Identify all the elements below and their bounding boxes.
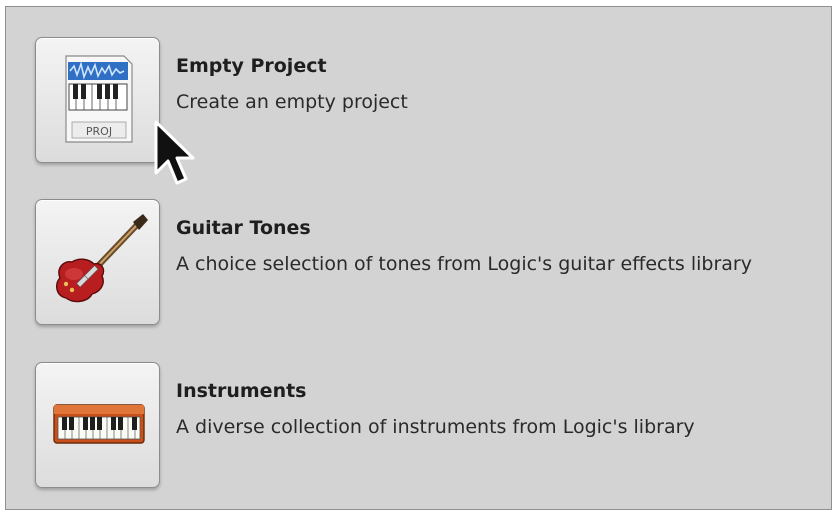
template-description: A choice selection of tones from Logic's… xyxy=(176,253,752,275)
template-description: A diverse collection of instruments from… xyxy=(176,416,695,438)
template-title: Guitar Tones xyxy=(176,217,311,239)
instruments-button[interactable] xyxy=(35,362,160,488)
arrow-cursor-icon xyxy=(154,120,195,185)
empty-project-button[interactable]: PROJ xyxy=(35,37,160,163)
guitar-tones-button[interactable] xyxy=(35,199,160,325)
keyboard-instrument-icon xyxy=(53,404,145,444)
template-item-instruments[interactable]: Instruments A diverse collection of inst… xyxy=(6,362,826,512)
empty-project-icon: PROJ xyxy=(65,55,133,143)
proj-label: PROJ xyxy=(86,125,112,138)
template-title: Instruments xyxy=(176,380,307,402)
template-chooser-panel: PROJ Empty Project Create an empty proje… xyxy=(5,6,832,510)
template-title: Empty Project xyxy=(176,55,327,77)
template-item-empty-project[interactable]: PROJ Empty Project Create an empty proje… xyxy=(6,37,826,187)
electric-guitar-icon xyxy=(55,214,148,303)
template-description: Create an empty project xyxy=(176,91,408,113)
template-item-guitar-tones[interactable]: Guitar Tones A choice selection of tones… xyxy=(6,199,826,349)
